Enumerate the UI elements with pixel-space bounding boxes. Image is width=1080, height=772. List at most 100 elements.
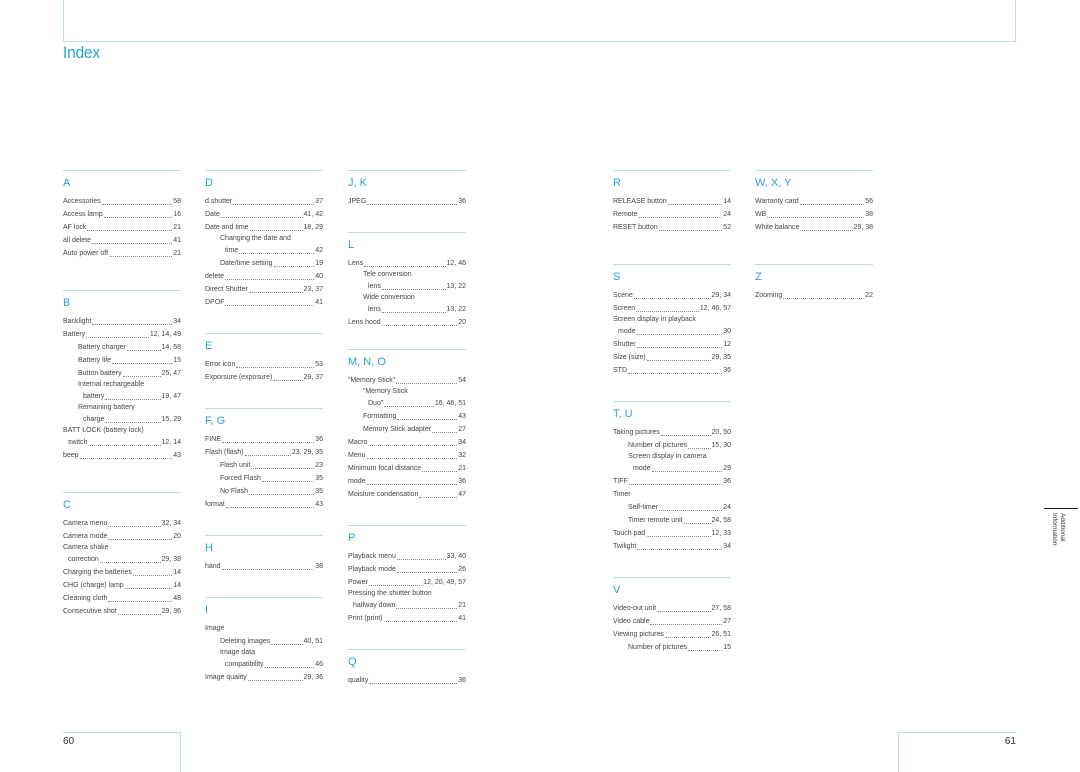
index-entry[interactable]: Playback mode 26 [348,563,466,576]
index-entry[interactable]: White balance 29, 38 [755,221,873,234]
entry-label: Taking pictures [613,429,660,436]
index-entry[interactable]: Accessories 58 [63,195,181,208]
index-subentry[interactable]: Wide conversion lens 13, 22 [348,293,466,316]
index-entry[interactable]: Minimum focal distance 21 [348,462,466,475]
index-entry[interactable]: hand 38 [205,560,323,573]
index-entry[interactable]: Lens hood 20 [348,316,466,329]
dot-leader [767,217,865,218]
dot-leader [688,650,723,651]
index-entry[interactable]: “Memory Stick” 54 [348,374,466,387]
index-entry[interactable]: AF lock 21 [63,221,181,234]
index-entry[interactable]: Charging the batteries 14 [63,566,181,579]
index-entry[interactable]: Size (size) 29, 35 [613,351,731,364]
index-entry[interactable]: STD 36 [613,364,731,377]
index-entry[interactable]: Exporsure (exposure) 29, 37 [205,371,323,384]
index-subentry[interactable]: Formatting 43 [348,410,466,423]
index-entry[interactable]: TIFF 36 [613,475,731,488]
index-entry[interactable]: Zooming 22 [755,289,873,302]
index-subentry[interactable]: No Flash 35 [205,485,323,498]
index-entry[interactable]: quality 36 [348,674,466,687]
index-entry[interactable]: Cleaning cloth 48 [63,592,181,605]
index-subentry[interactable]: Remaining battery charge 15, 29 [63,403,181,426]
index-entry[interactable]: BATT LOCK (battery lock) switch 12, 14 [63,426,181,449]
index-entry[interactable]: RESET button 52 [613,221,731,234]
index-entry[interactable]: Scene 29, 34 [613,289,731,302]
index-entry[interactable]: Auto power off 21 [63,247,181,260]
index-entry[interactable]: Playback menu 33, 40 [348,550,466,563]
index-subentry[interactable]: Self-timer 24 [613,501,731,514]
index-subentry[interactable]: Number of pictures 15 [613,641,731,654]
index-entry[interactable]: Consecutive shot 29, 36 [63,605,181,618]
index-entry[interactable]: Error icon 53 [205,358,323,371]
index-section: J, K JPEG 36 [348,170,466,208]
index-entry[interactable]: Screen display in playback mode 30 [613,315,731,338]
index-entry[interactable]: Print (print) 41 [348,612,466,625]
index-entry[interactable]: Backlight 34 [63,315,181,328]
index-entry[interactable]: Pressing the shutter button halfway down 2… [348,589,466,612]
index-entry[interactable]: Flash (flash) 23, 29, 35 [205,446,323,459]
index-entry[interactable]: FINE 36 [205,433,323,446]
index-entry[interactable]: Battery 12, 14, 49 [63,328,181,341]
index-entry[interactable]: WB 38 [755,208,873,221]
index-subentry[interactable]: Button battery 25, 47 [63,367,181,380]
index-entry[interactable]: Taking pictures 20, 50 [613,426,731,439]
index-entry[interactable]: Moisture condensation 47 [348,488,466,501]
index-entry[interactable]: Camera menu 32, 34 [63,517,181,530]
entry-pages: 35 [315,488,323,495]
section-divider [348,649,466,650]
index-entry[interactable]: Image quality 29, 36 [205,671,323,684]
index-entry[interactable]: RELEASE button 14 [613,195,731,208]
index-entry[interactable]: Warranty card 56 [755,195,873,208]
section-letter-heading: E [205,340,213,352]
index-entry[interactable]: Date 41, 42 [205,208,323,221]
index-entry[interactable]: Date and time 18, 29 [205,221,323,234]
index-subentry[interactable]: Date/time setting 19 [205,257,323,270]
index-entry[interactable]: beep 43 [63,449,181,462]
index-subentry[interactable]: Battery charger 14, 58 [63,341,181,354]
index-subentry[interactable]: Memory Stick adapter 27 [348,423,466,436]
index-entry[interactable]: d.shutter 37 [205,195,323,208]
index-subentry[interactable]: Timer remote unit 24, 58 [613,514,731,527]
index-subentry[interactable]: Tele conversion lens 13, 22 [348,270,466,293]
index-subentry[interactable]: Flash unit 23 [205,459,323,472]
index-entry[interactable]: Camera shake correction 29, 38 [63,543,181,566]
index-entry[interactable]: CHG (charge) lamp 14 [63,579,181,592]
index-subentry[interactable]: Battery life 15 [63,354,181,367]
index-entry[interactable]: Viewing pictures 26, 51 [613,628,731,641]
index-entry[interactable]: Power 12, 20, 49, 57 [348,576,466,589]
index-entry[interactable]: delete 40 [205,270,323,283]
index-entry[interactable]: Screen 12, 46, 57 [613,302,731,315]
index-subentry[interactable]: Screen display in camera mode 29 [613,452,731,475]
dot-leader [122,376,161,377]
index-entry[interactable]: Image [205,622,323,635]
index-entry[interactable]: DPOF 41 [205,296,323,309]
index-entry[interactable]: Macro 34 [348,436,466,449]
index-entry[interactable]: Direct Shutter 23, 37 [205,283,323,296]
index-subentry[interactable]: Image data compatibility 46 [205,648,323,671]
index-entry[interactable]: mode 36 [348,475,466,488]
section-letter-heading: B [63,297,71,309]
index-entry[interactable]: Video cable 27 [613,615,731,628]
index-subentry[interactable]: Deleting images 40, 51 [205,635,323,648]
index-subentry[interactable]: Forced Flash 35 [205,472,323,485]
entry-label: WB [755,211,767,218]
index-entry[interactable]: Video-out unit 27, 58 [613,602,731,615]
index-entry[interactable]: Lens 12, 46 [348,257,466,270]
side-tab-label[interactable]: Additional Information [1050,513,1066,553]
index-entry[interactable]: all delete 41 [63,234,181,247]
index-subentry[interactable]: Number of pictures 15, 30 [613,439,731,452]
index-entry[interactable]: Access lamp 16 [63,208,181,221]
index-entry[interactable]: Twilight 34 [613,540,731,553]
index-entry[interactable]: Touch pad 12, 33 [613,527,731,540]
index-entry[interactable]: Camera mode 20 [63,530,181,543]
index-subentry[interactable]: Internal rechargeable battery 19, 47 [63,380,181,403]
index-subentry[interactable]: “Memory Stick Duo” 16, 46, 51 [348,387,466,410]
entry-label-continued: correction [68,556,99,563]
index-entry[interactable]: format 43 [205,498,323,511]
index-entry[interactable]: JPEG 36 [348,195,466,208]
index-entry[interactable]: Remote 24 [613,208,731,221]
index-entry[interactable]: Menu 32 [348,449,466,462]
index-entry[interactable]: Timer [613,488,731,501]
index-entry[interactable]: Shutter 12 [613,338,731,351]
index-subentry[interactable]: Changing the date and time 42 [205,234,323,257]
